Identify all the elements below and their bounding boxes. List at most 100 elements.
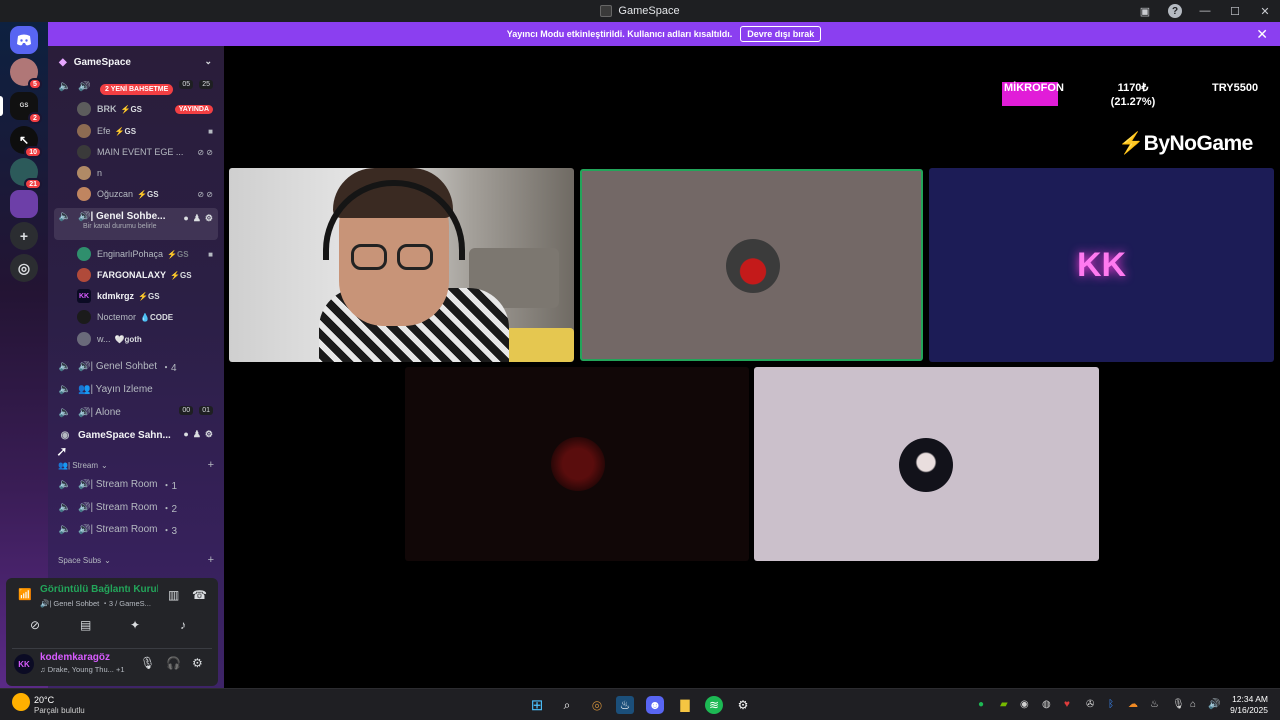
connection-status[interactable]: Görüntülü Bağlantı Kuruldu <box>40 584 158 595</box>
system-clock[interactable]: 12:34 AM 9/16/2025 <box>1230 694 1268 716</box>
avatar: KK <box>77 289 91 303</box>
nvidia-tray-icon[interactable]: ▰ <box>1000 699 1008 710</box>
settings-app-icon[interactable]: ⚙ <box>734 696 752 714</box>
avatar <box>77 247 91 261</box>
video-tile-webcam[interactable] <box>229 168 574 362</box>
video-tile-dark[interactable] <box>405 367 749 561</box>
speaker-icon: 🔈 <box>58 211 72 222</box>
gear-icon[interactable]: ⚙ <box>205 213 213 224</box>
video-tile-lavender[interactable] <box>754 367 1099 561</box>
voice-user[interactable]: FARGONALAXY ⚡GS <box>77 266 217 284</box>
app-icon[interactable]: ◎ <box>588 696 606 714</box>
notice-close-icon[interactable]: ✕ <box>1256 26 1268 43</box>
server-icon-4[interactable]: 21 <box>10 158 42 190</box>
help-button[interactable]: ? <box>1160 0 1190 22</box>
steam-icon[interactable]: ♨ <box>616 696 634 714</box>
chat-icon[interactable]: ● <box>183 213 188 224</box>
voice-channel-genel-sohbet[interactable]: 🔈 🔊| Genel Sohbet ・4 <box>54 356 218 376</box>
voice-user[interactable]: MAIN EVENT EGE ... ⊘ ⊘ <box>77 143 217 161</box>
voice-channel-stream-room-3[interactable]: 🔈 🔊| Stream Room ・3 <box>54 519 218 539</box>
weather-icon[interactable] <box>12 693 30 711</box>
gear-icon[interactable]: ⚙ <box>192 656 203 670</box>
stage-channel[interactable]: ◉ GameSpace Sahn... ● ♟ ⚙ <box>54 425 218 445</box>
user-tag: ⚡GS <box>120 104 143 114</box>
screen-share-icon[interactable]: ▤ <box>80 618 91 632</box>
user-name: BRK <box>97 104 117 114</box>
camera-off-icon[interactable]: ⊘ <box>30 618 40 632</box>
signal-icon[interactable]: 📶 <box>18 588 32 601</box>
tray-icon[interactable]: ✇ <box>1086 699 1094 710</box>
activity-icon[interactable]: ✦ <box>130 618 140 632</box>
maximize-button[interactable]: ☐ <box>1220 0 1250 22</box>
category-stream[interactable]: 👥| Stream ⌄ + <box>58 457 218 473</box>
channel-name: 🔊| Stream Room <box>78 501 158 513</box>
chat-icon[interactable]: ● <box>183 429 188 440</box>
network-icon[interactable]: ⌂ <box>1190 699 1196 710</box>
category-space-subs[interactable]: Space Subs ⌄ + <box>58 552 218 568</box>
avatar <box>551 437 605 491</box>
avatar <box>77 310 91 324</box>
server-icon-1[interactable]: 5 <box>10 58 42 90</box>
video-tile-kk[interactable]: KK <box>929 168 1274 362</box>
volume-icon[interactable]: 🔊 <box>1208 699 1220 710</box>
tray-icon[interactable]: ♥ <box>1064 699 1070 710</box>
search-icon[interactable]: ⌕ <box>558 696 576 714</box>
spotify-tray-icon[interactable]: ● <box>978 699 984 710</box>
connected-channel[interactable]: 🔊| Genel Sohbet ・3 / GameS... <box>40 598 151 609</box>
microphone-icon[interactable]: 🎙 <box>140 656 155 670</box>
noise-suppression-icon[interactable]: ▥ <box>168 588 179 602</box>
start-icon[interactable]: ⊞ <box>528 696 546 714</box>
voice-user[interactable]: Oğuzcan ⚡GS ⊘ ⊘ <box>77 185 217 203</box>
discover-icon[interactable]: ◎ <box>10 254 38 282</box>
voice-user[interactable]: n <box>77 164 217 182</box>
soundboard-icon[interactable]: ♪ <box>180 618 186 632</box>
invite-icon[interactable]: ♟ <box>193 213 201 224</box>
voice-user[interactable]: EnginarlıPohaça ⚡GS ■ <box>77 245 217 263</box>
add-channel-icon[interactable]: + <box>208 554 214 566</box>
bluetooth-icon[interactable]: ᛒ <box>1108 699 1114 710</box>
inbox-icon[interactable]: ▣ <box>1130 0 1160 22</box>
steam-tray-icon[interactable]: ♨ <box>1150 699 1159 710</box>
voice-channel-active[interactable]: 🔈 🔊| Genel Sohbe... ● ♟ ⚙ Bir kanal duru… <box>54 208 218 240</box>
tray-icon[interactable]: ◉ <box>1020 699 1029 710</box>
voice-channel-stream-room-1[interactable]: 🔈 🔊| Stream Room ・1 <box>54 474 218 494</box>
server-icon-5[interactable] <box>10 190 38 218</box>
video-tile-user-speaking[interactable] <box>580 169 923 361</box>
voice-user[interactable]: KK kdmkrgz ⚡GS <box>77 287 217 305</box>
voice-channel-stream-room-2[interactable]: 🔈 🔊| Stream Room ・2 <box>54 497 218 517</box>
add-channel-icon[interactable]: + <box>208 459 214 471</box>
avatar <box>77 124 91 138</box>
channel-status[interactable]: Bir kanal durumu belirle <box>83 223 157 230</box>
discord-home-icon[interactable] <box>10 26 38 54</box>
disconnect-icon[interactable]: ☎ <box>192 588 207 602</box>
invite-icon[interactable]: ♟ <box>193 429 201 440</box>
discord-icon[interactable]: ☻ <box>646 696 664 714</box>
weather-condition[interactable]: Parçalı bulutlu <box>34 706 85 715</box>
minimize-button[interactable]: — <box>1190 0 1220 22</box>
voice-user[interactable]: w... 🤍goth <box>77 330 217 348</box>
close-button[interactable]: ✕ <box>1250 0 1280 22</box>
cloud-icon[interactable]: ☁ <box>1128 699 1138 710</box>
voice-user[interactable]: Efe ⚡GS ■ <box>77 122 217 140</box>
voice-channel-yayin-izleme[interactable]: 🔈 👥| Yayın İzleme <box>54 379 218 399</box>
gear-icon[interactable]: ⚙ <box>205 429 213 440</box>
server-icon-3[interactable]: ↖ 10 <box>10 126 42 158</box>
chevron-down-icon[interactable]: ⌄ <box>204 56 212 67</box>
weather-temperature[interactable]: 20°C <box>34 695 54 705</box>
voice-user[interactable]: Noctemor 💧CODE <box>77 308 217 326</box>
folder-icon[interactable]: ▇ <box>676 696 694 714</box>
avatar[interactable]: KK <box>14 654 34 674</box>
voice-channel-alone[interactable]: 🔈 🔊| Alone 00 01 <box>54 402 218 422</box>
voice-user[interactable]: BRK ⚡GS YAYINDA <box>77 100 217 118</box>
server-header[interactable]: ◆ GameSpace ⌄ <box>48 46 224 78</box>
new-mentions-badge[interactable]: 2 YENİ BAHSETME <box>100 84 174 95</box>
microphone-tray-icon[interactable]: 🎙 <box>1172 699 1185 710</box>
tray-icon[interactable]: ◍ <box>1042 699 1051 710</box>
headphones-icon[interactable]: 🎧 <box>166 656 181 670</box>
spotify-icon[interactable]: ≋ <box>705 696 723 714</box>
current-username[interactable]: kodemkaragöz <box>40 652 110 663</box>
boost-icon: ◆ <box>59 56 67 68</box>
disable-streamer-mode-button[interactable]: Devre dışı bırak <box>740 26 822 42</box>
server-icon-gamespace[interactable]: GS 2 <box>10 92 42 124</box>
add-server-icon[interactable]: + <box>10 222 38 250</box>
